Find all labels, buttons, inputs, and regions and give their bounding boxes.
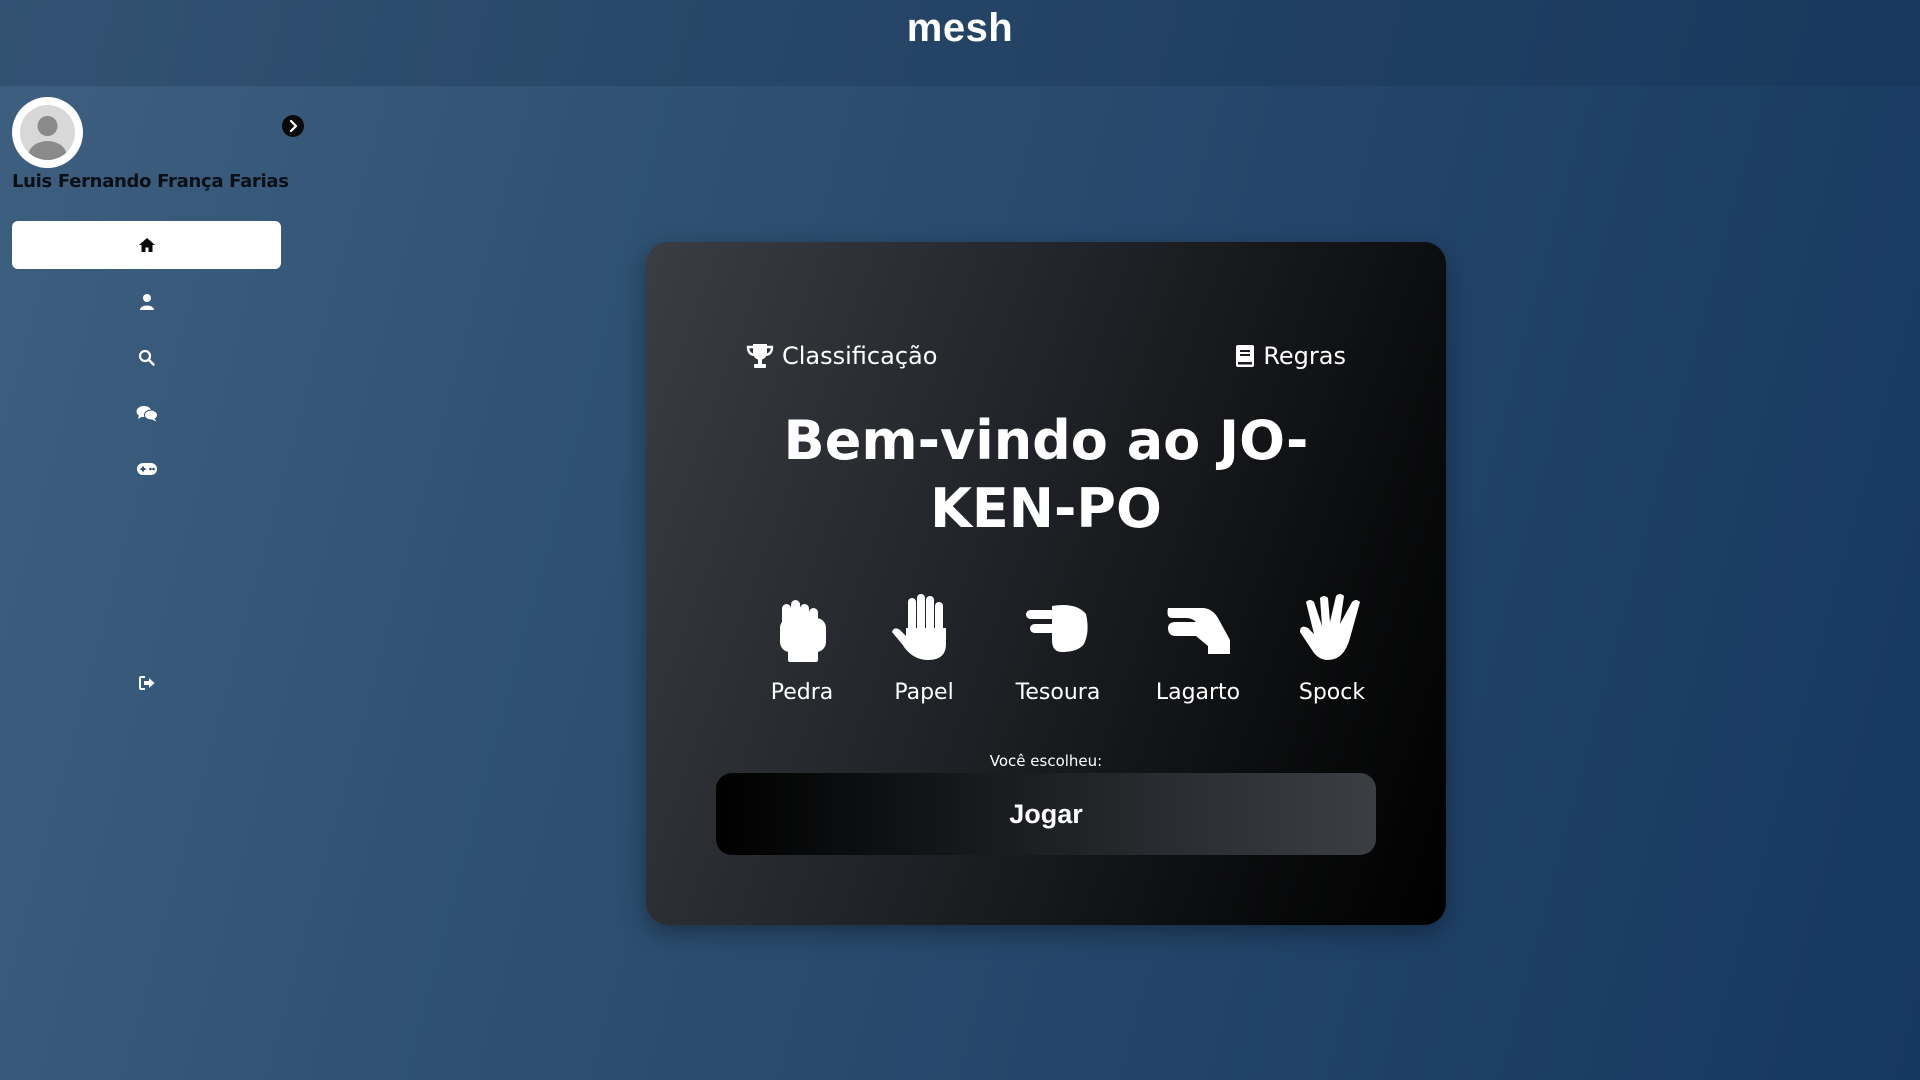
welcome-title: Bem-vindo ao JO-KEN-PO [783, 409, 1309, 540]
comments-icon [136, 405, 158, 421]
choice-label: Tesoura [1015, 680, 1101, 705]
sidebar-toggle-button[interactable] [282, 115, 304, 137]
sidebar-item-profile[interactable] [12, 277, 281, 325]
choice-list: Pedra Papel Tesoura Lagarto Spock [742, 592, 1365, 712]
ranking-label: Classificação [782, 342, 938, 370]
choice-label: Papel [894, 680, 954, 705]
hand-paper-icon [892, 594, 946, 660]
gamepad-icon [136, 463, 157, 475]
search-icon [138, 349, 155, 366]
hand-lizard-icon [1167, 608, 1230, 654]
choice-lizard[interactable]: Lagarto [1138, 592, 1258, 705]
logout-button[interactable] [12, 659, 281, 707]
choice-label: Pedra [770, 680, 834, 705]
ranking-link[interactable]: Classificação [746, 342, 937, 370]
game-card: Classificação Regras Bem-vindo ao JO-KEN… [646, 242, 1446, 925]
chosen-label: Você escolheu: [989, 752, 1103, 770]
avatar[interactable] [12, 97, 83, 168]
rules-link[interactable]: Regras [1235, 342, 1346, 370]
sidebar-item-chat[interactable] [12, 389, 281, 437]
trophy-icon [746, 344, 774, 368]
user-icon [139, 293, 154, 310]
hand-rock-icon [780, 600, 826, 662]
hand-scissors-icon [1026, 605, 1088, 652]
chevron-right-icon [289, 120, 298, 132]
home-icon [138, 238, 155, 252]
sidebar-item-games[interactable] [12, 445, 281, 493]
choice-paper[interactable]: Papel [864, 592, 984, 705]
choice-label: Spock [1298, 680, 1366, 705]
hand-spock-icon [1300, 594, 1360, 660]
play-button[interactable]: Jogar [716, 773, 1376, 855]
choice-scissors[interactable]: Tesoura [998, 592, 1118, 705]
sidebar-nav [12, 221, 282, 501]
book-icon [1236, 345, 1255, 367]
choice-spock[interactable]: Spock [1272, 592, 1392, 705]
brand-logo[interactable]: mesh [0, 6, 1920, 51]
sign-out-icon [138, 676, 154, 690]
choice-label: Lagarto [1155, 680, 1241, 705]
sidebar-item-home[interactable] [12, 221, 281, 269]
rules-label: Regras [1263, 342, 1346, 370]
sidebar-item-search[interactable] [12, 333, 281, 381]
user-name: Luis Fernando França Farias [12, 171, 289, 192]
avatar-placeholder-icon [20, 105, 75, 160]
choice-rock[interactable]: Pedra [742, 592, 862, 705]
